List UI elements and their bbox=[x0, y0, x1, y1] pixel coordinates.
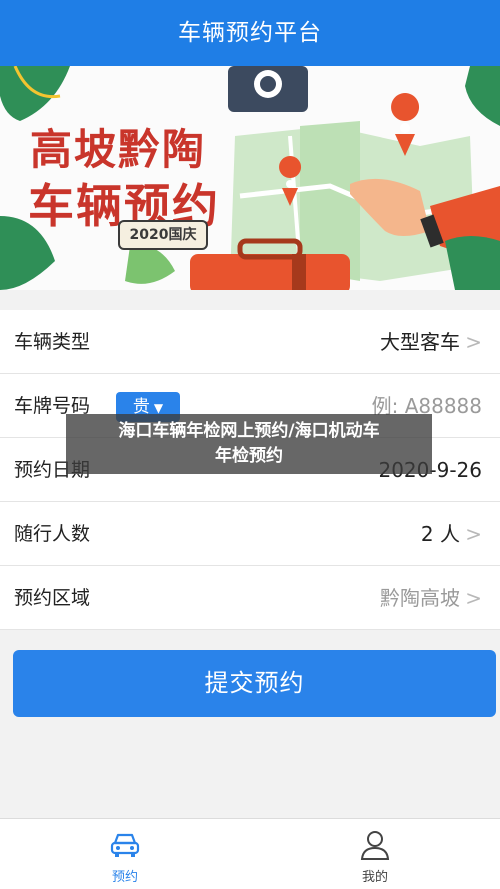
reservation-area-row[interactable]: 预约区域 黔陶高坡 > bbox=[0, 566, 500, 630]
passenger-count-row[interactable]: 随行人数 2 人 > bbox=[0, 502, 500, 566]
watermark-caption-line1: 海口车辆年检网上预约/海口机动车 bbox=[118, 421, 380, 441]
watermark-caption-line2: 年检预约 bbox=[215, 446, 283, 466]
passenger-count-label: 随行人数 bbox=[14, 523, 91, 545]
reservation-area-label: 预约区域 bbox=[14, 587, 91, 609]
chevron-right-icon: > bbox=[465, 586, 482, 610]
page-title: 车辆预约平台 bbox=[0, 0, 500, 66]
tab-mine[interactable]: 我的 bbox=[250, 819, 500, 889]
bottom-tab-bar: 预约 我的 bbox=[0, 818, 500, 889]
vehicle-type-label: 车辆类型 bbox=[14, 331, 91, 353]
watermark-caption: 海口车辆年检网上预约/海口机动车 年检预约 bbox=[66, 414, 432, 474]
dropdown-arrow-icon: ▼ bbox=[153, 401, 164, 415]
reservation-area-value: 黔陶高坡 bbox=[380, 586, 460, 610]
chevron-right-icon: > bbox=[465, 330, 482, 354]
banner-badge: 2020国庆 bbox=[118, 220, 208, 250]
car-icon bbox=[110, 833, 140, 857]
tab-mine-label: 我的 bbox=[361, 870, 388, 885]
chevron-right-icon: > bbox=[465, 522, 482, 546]
tab-reserve-label: 预约 bbox=[111, 870, 138, 885]
submit-reservation-button[interactable]: 提交预约 bbox=[13, 650, 496, 717]
user-icon bbox=[360, 831, 390, 860]
tab-reserve[interactable]: 预约 bbox=[0, 819, 250, 889]
vehicle-type-value: 大型客车 bbox=[380, 330, 460, 354]
promo-banner[interactable]: 高坡黔陶 车辆预约 2020国庆 bbox=[0, 66, 500, 290]
banner-title-line1: 高坡黔陶 bbox=[30, 125, 207, 174]
vehicle-type-row[interactable]: 车辆类型 大型客车 > bbox=[0, 310, 500, 374]
passenger-count-value: 2 人 bbox=[420, 522, 460, 546]
